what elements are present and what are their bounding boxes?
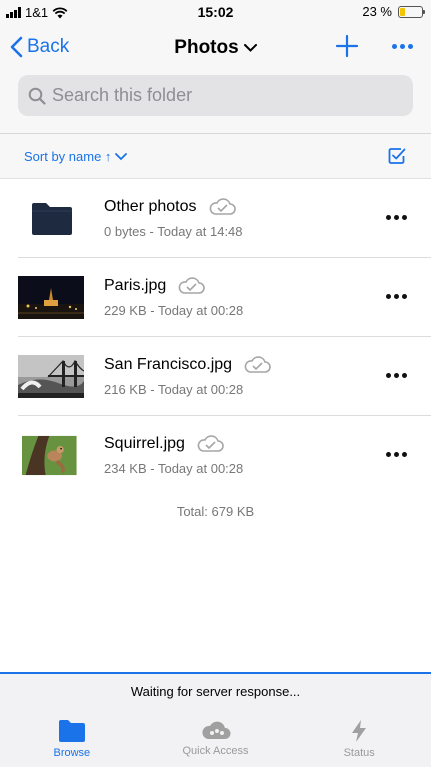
file-name-group: Other photos [104, 198, 237, 216]
connection-status: Waiting for server response... [0, 674, 431, 708]
list-item[interactable]: Squirrel.jpg 234 KB - Today at 00:28 [0, 416, 431, 495]
ellipsis-icon [392, 44, 397, 49]
page-title-wrap: Photos [0, 37, 431, 59]
file-name-group: Paris.jpg [104, 277, 206, 295]
thumbnail-image [18, 355, 84, 398]
tab-bar: Browse Quick Access Status [0, 708, 431, 767]
search-box[interactable] [18, 75, 413, 116]
sort-button[interactable]: Sort by name ↑ [24, 149, 128, 164]
search-bar-container [0, 72, 431, 134]
tab-quick-access[interactable]: Quick Access [144, 708, 288, 767]
file-meta: 234 KB - Today at 00:28 [104, 461, 244, 476]
file-name: Squirrel.jpg [104, 435, 185, 452]
file-meta: 0 bytes - Today at 14:48 [104, 224, 243, 239]
tab-label: Quick Access [182, 745, 249, 757]
file-meta: 229 KB - Today at 00:28 [104, 303, 244, 318]
plus-icon [335, 34, 359, 58]
battery-percent: 23 % [362, 4, 392, 19]
row-more-button[interactable] [386, 215, 407, 220]
chevron-down-icon [243, 44, 257, 52]
checkbox-select-icon [388, 148, 406, 164]
file-name: San Francisco.jpg [104, 356, 233, 373]
page-title: Photos [174, 37, 239, 58]
navigation-bar: Back Photos [0, 24, 431, 72]
more-options-button[interactable] [392, 44, 413, 49]
file-name: Other photos [104, 198, 197, 215]
tab-browse[interactable]: Browse [0, 708, 144, 767]
file-list: Other photos 0 bytes - Today at 14:48 Pa… [0, 179, 431, 495]
cloud-check-icon [178, 277, 205, 294]
cloud-check-icon [244, 356, 271, 373]
select-button[interactable] [388, 147, 406, 170]
row-more-button[interactable] [386, 452, 407, 457]
row-more-button[interactable] [386, 294, 407, 299]
chevron-down-icon [115, 152, 128, 160]
battery-icon [398, 5, 425, 18]
sort-label: Sort by name ↑ [24, 149, 112, 164]
add-button[interactable] [335, 34, 359, 63]
thumbnail-image [18, 276, 84, 319]
file-meta: 216 KB - Today at 00:28 [104, 382, 244, 397]
file-name: Paris.jpg [104, 277, 167, 294]
total-size: Total: 679 KB [176, 504, 255, 519]
list-item[interactable]: San Francisco.jpg 216 KB - Today at 00:2… [0, 337, 431, 416]
status-bar: 1&1 15:02 23 % [0, 0, 431, 24]
file-name-group: San Francisco.jpg [104, 356, 272, 374]
search-icon [28, 87, 46, 105]
cloud-check-icon [197, 435, 224, 452]
row-more-button[interactable] [386, 373, 407, 378]
battery-group: 23 % [362, 4, 425, 19]
folder-icon [32, 203, 72, 235]
list-item[interactable]: Paris.jpg 229 KB - Today at 00:28 [0, 258, 431, 337]
folder-title-button[interactable]: Photos [174, 37, 257, 59]
list-item[interactable]: Other photos 0 bytes - Today at 14:48 [0, 179, 431, 258]
tab-status[interactable]: Status [287, 708, 431, 767]
tab-label: Browse [53, 747, 91, 759]
sort-bar: Sort by name ↑ [0, 134, 431, 179]
file-name-group: Squirrel.jpg [104, 435, 225, 453]
cloud-icon [201, 721, 230, 739]
search-input[interactable] [52, 85, 392, 106]
cloud-check-icon [209, 198, 236, 215]
folder-icon [58, 720, 85, 742]
thumbnail-image [22, 435, 77, 476]
bolt-icon [352, 720, 367, 742]
battery-fill [400, 7, 405, 16]
tab-label: Status [343, 747, 375, 759]
